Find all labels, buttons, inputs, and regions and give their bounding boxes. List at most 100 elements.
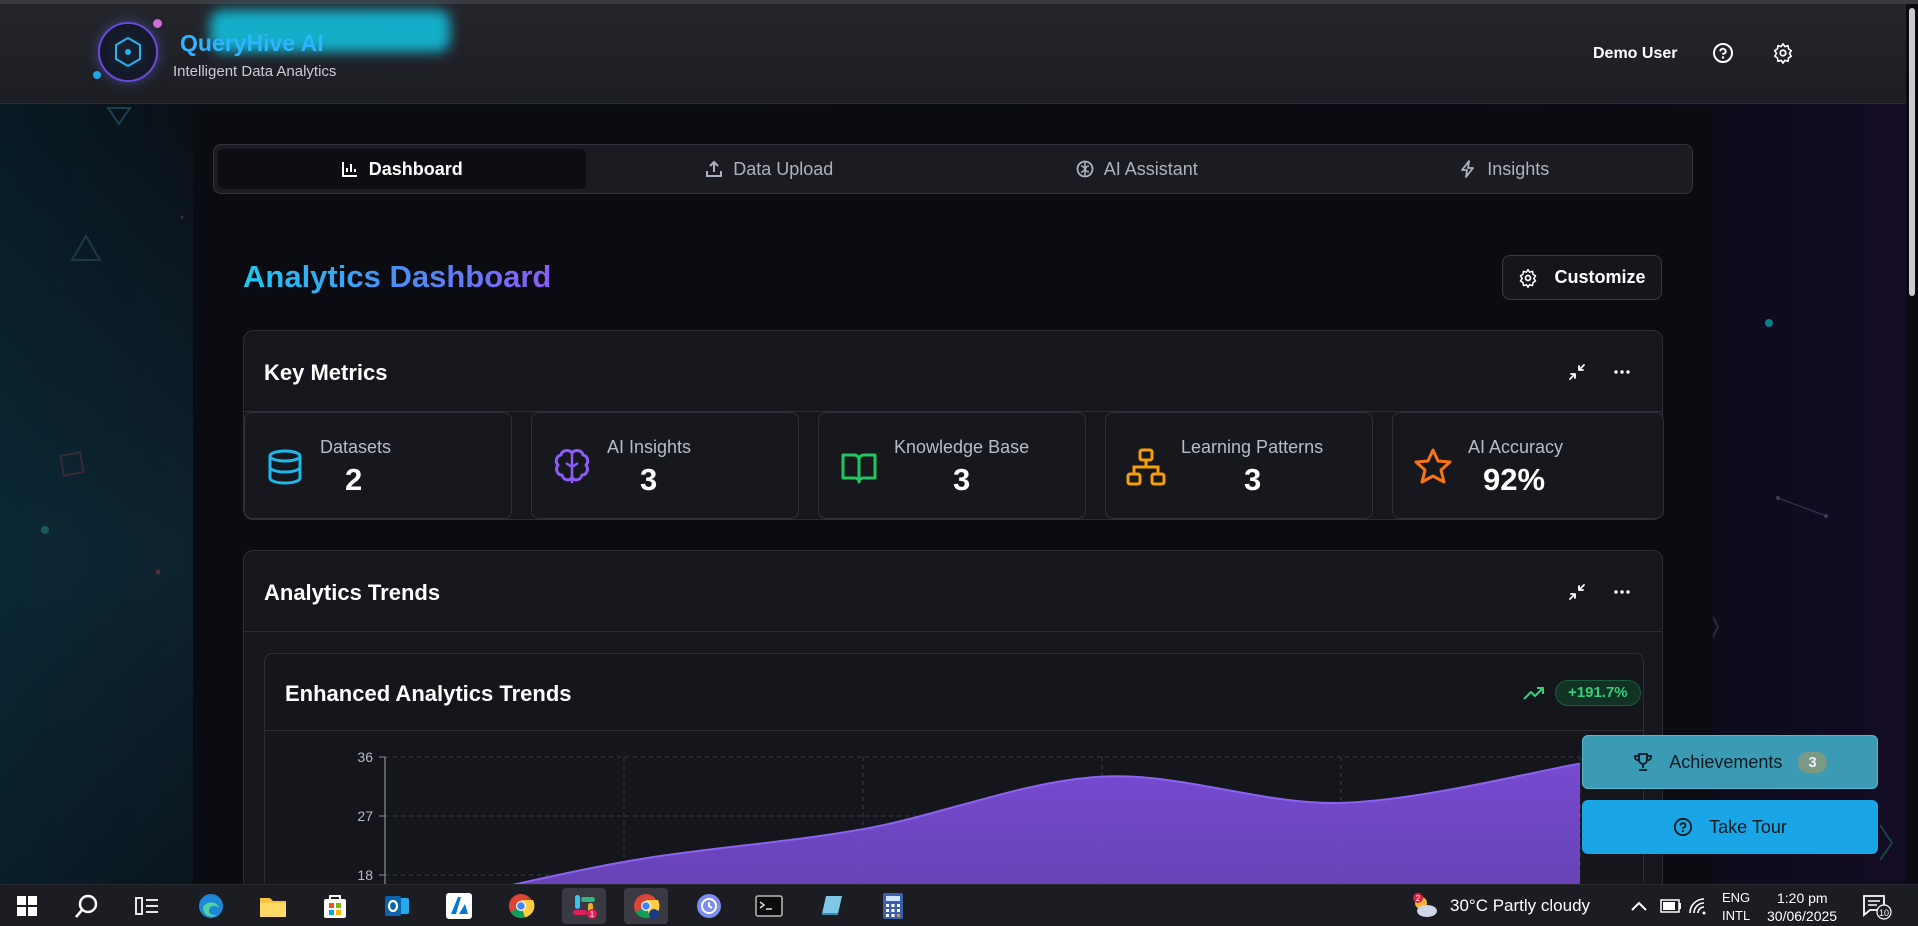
metric-knowledge-base[interactable]: Knowledge Base 3 [818, 412, 1086, 519]
deco-dot [1765, 319, 1773, 327]
weather-text[interactable]: 30°C Partly cloudy [1450, 896, 1590, 916]
tab-label: Data Upload [733, 158, 834, 179]
card-title: Analytics Trends [264, 580, 441, 605]
metric-label: Datasets [320, 437, 392, 457]
book-icon [841, 453, 877, 484]
more-options-icon[interactable] [1611, 581, 1633, 603]
task-view-icon[interactable] [132, 891, 162, 921]
brain-icon [1076, 160, 1094, 178]
brain-icon [554, 449, 590, 483]
deco-triangle [106, 107, 132, 126]
metric-value: 3 [953, 462, 971, 497]
card-header: Analytics Trends [244, 551, 1662, 632]
tab-label: Dashboard [368, 158, 463, 179]
slack-badge: 1 [590, 910, 595, 919]
main-tabs: Dashboard Data Upload AI Assistant Insig… [213, 144, 1693, 194]
chrome-icon[interactable] [506, 891, 536, 921]
deco-dot [1776, 496, 1780, 500]
terminal-icon[interactable] [754, 891, 784, 921]
card-title: Key Metrics [264, 360, 388, 385]
metric-ai-accuracy[interactable]: AI Accuracy 92% [1392, 412, 1664, 519]
metric-label: Knowledge Base [894, 437, 1030, 457]
chevron-up-icon[interactable] [1624, 891, 1654, 921]
outlook-icon[interactable] [382, 891, 412, 921]
y-tick-label: 18 [357, 867, 373, 883]
notepad-icon[interactable] [816, 891, 846, 921]
app-name: QueryHive AI [180, 30, 324, 56]
metric-value: 2 [345, 462, 363, 497]
take-tour-button[interactable]: Take Tour [1582, 800, 1878, 854]
metric-learning-patterns[interactable]: Learning Patterns 3 [1105, 412, 1373, 519]
search-icon[interactable] [72, 891, 102, 921]
clock-time[interactable]: 1:20 pm [1777, 890, 1828, 906]
tab-label: AI Assistant [1103, 158, 1198, 179]
enhanced-trends-card: Enhanced Analytics Trends +191.7% 36 27 18 [264, 653, 1644, 913]
gear-icon [1520, 268, 1537, 288]
weather-badge: 2 [1416, 894, 1421, 903]
deco-dot [180, 215, 184, 219]
logo-dot [153, 19, 162, 28]
chrome-active-icon[interactable] [624, 888, 668, 924]
battery-icon[interactable] [1656, 891, 1686, 921]
metric-ai-insights[interactable]: AI Insights 3 [531, 412, 799, 519]
trend-badge: +191.7% [1555, 680, 1641, 706]
minimize-icon[interactable] [1566, 581, 1588, 603]
hexagon-logo-icon [115, 36, 141, 68]
deco-square [59, 451, 85, 477]
analytics-trends-card: Analytics Trends Enhanced Analytics Tren… [243, 550, 1663, 926]
tab-ai-assistant[interactable]: AI Assistant [953, 149, 1321, 189]
tab-insights[interactable]: Insights [1321, 149, 1689, 189]
app-logo[interactable] [98, 22, 158, 82]
deco-dot [41, 526, 49, 534]
customize-button[interactable]: Customize [1502, 255, 1662, 300]
page-title: Analytics Dashboard [243, 259, 552, 294]
language-indicator[interactable]: ENG [1722, 890, 1750, 905]
clock-app-icon[interactable] [694, 891, 724, 921]
settings-gear-icon[interactable] [1772, 42, 1794, 64]
user-name[interactable]: Demo User [1593, 45, 1677, 63]
metric-value: 3 [1244, 462, 1262, 497]
metric-datasets[interactable]: Datasets 2 [244, 412, 512, 519]
tab-label: Insights [1487, 158, 1550, 179]
calculator-icon[interactable] [878, 891, 908, 921]
trending-up-icon [1523, 687, 1544, 700]
scrollbar-thumb[interactable] [1909, 8, 1915, 296]
notification-count: 10 [1879, 908, 1889, 918]
slack-icon[interactable]: 1 [562, 888, 606, 924]
tab-data-upload[interactable]: Data Upload [586, 149, 954, 189]
logo-dot [93, 71, 101, 79]
notification-center-icon[interactable]: 10 [1862, 891, 1892, 921]
help-icon [1674, 817, 1693, 837]
upload-icon [706, 160, 723, 177]
tab-dashboard[interactable]: Dashboard [218, 149, 586, 189]
deco-line [1777, 497, 1827, 517]
taskbar: 1 2 30°C Partly cloudy ENG INTL 1:20 pm … [0, 884, 1918, 926]
help-icon[interactable] [1712, 42, 1734, 64]
achievements-label: Achievements [1669, 751, 1783, 772]
azure-icon[interactable] [444, 891, 474, 921]
keyboard-layout[interactable]: INTL [1722, 908, 1750, 923]
windows-start-icon[interactable] [12, 891, 42, 921]
edge-browser-icon[interactable] [196, 891, 226, 921]
chart-title: Enhanced Analytics Trends [285, 681, 572, 706]
database-icon [268, 449, 302, 485]
metric-value: 3 [640, 462, 658, 497]
network-icon [1126, 448, 1166, 486]
lightning-icon [1461, 160, 1475, 178]
more-options-icon[interactable] [1611, 361, 1633, 383]
deco-triangle [70, 234, 102, 261]
deco-chevron [1879, 824, 1894, 861]
minimize-icon[interactable] [1566, 361, 1588, 383]
app-tagline: Intelligent Data Analytics [173, 63, 337, 80]
weather-partly-cloudy-icon[interactable]: 2 [1410, 891, 1440, 921]
bar-chart-icon [341, 162, 357, 177]
metric-label: Learning Patterns [1181, 437, 1324, 457]
microsoft-store-icon[interactable] [320, 891, 350, 921]
achievements-button[interactable]: Achievements 3 [1582, 735, 1878, 789]
metric-label: AI Accuracy [1468, 437, 1564, 457]
metric-value: 92% [1483, 462, 1546, 497]
wifi-icon[interactable] [1684, 891, 1714, 921]
clock-date[interactable]: 30/06/2025 [1767, 908, 1837, 924]
card-header: Key Metrics [244, 331, 1662, 412]
file-explorer-icon[interactable] [258, 891, 288, 921]
